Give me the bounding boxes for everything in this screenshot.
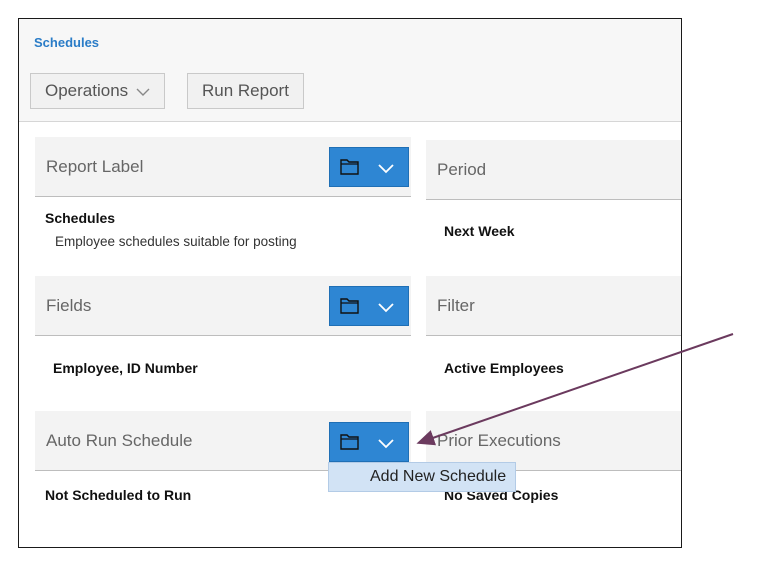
filter-card-header: Filter: [426, 276, 681, 336]
panel-header: Schedules: [19, 19, 681, 65]
chevron-down-icon: [378, 161, 394, 179]
report-label-card-header: Report Label: [35, 137, 411, 197]
page-title: Schedules: [34, 35, 100, 50]
report-label-heading: Report Label: [46, 157, 144, 176]
prior-executions-heading: Prior Executions: [437, 431, 561, 450]
add-new-schedule-menu-item[interactable]: Add New Schedule: [328, 462, 516, 492]
chevron-down-icon: [378, 436, 394, 454]
run-report-button[interactable]: Run Report: [187, 73, 304, 109]
report-label-value: Schedules: [45, 210, 116, 226]
operations-label: Operations: [45, 81, 129, 100]
chevron-down-icon: [378, 300, 394, 318]
toolbar: Operations Run Report: [19, 65, 681, 122]
fields-value: Employee, ID Number: [53, 360, 198, 376]
auto-run-schedule-value: Not Scheduled to Run: [45, 487, 192, 503]
period-value: Next Week: [444, 223, 515, 239]
fields-heading: Fields: [46, 296, 92, 315]
folder-icon: [340, 297, 360, 320]
chevron-down-icon: [136, 75, 150, 109]
report-label-description: Employee schedules suitable for posting: [55, 234, 297, 249]
period-card-header: Period: [426, 140, 681, 200]
folder-icon: [340, 433, 360, 456]
auto-run-schedule-heading: Auto Run Schedule: [46, 431, 193, 450]
operations-button[interactable]: Operations: [30, 73, 166, 109]
report-label-picker-button[interactable]: [329, 147, 409, 187]
folder-icon: [340, 158, 360, 181]
auto-run-schedule-picker-button[interactable]: [329, 422, 409, 462]
period-heading: Period: [437, 160, 487, 179]
filter-value: Active Employees: [444, 360, 564, 376]
fields-picker-button[interactable]: [329, 286, 409, 326]
fields-card-header: Fields: [35, 276, 411, 336]
filter-heading: Filter: [437, 296, 475, 315]
